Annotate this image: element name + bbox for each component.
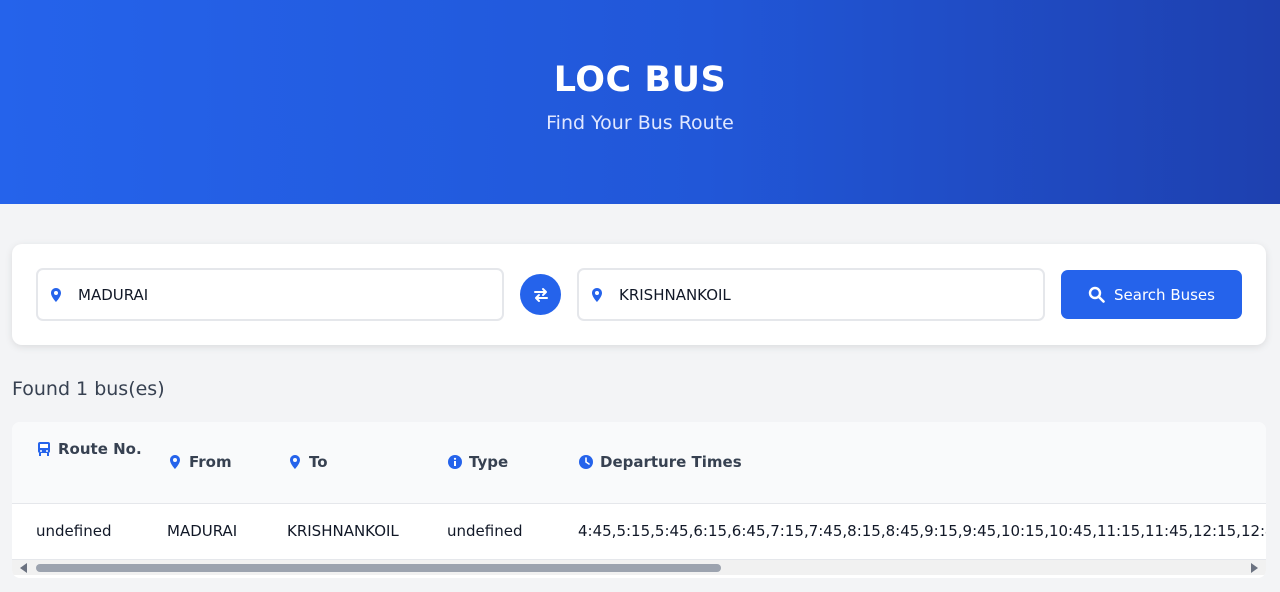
column-header-departure-times: Departure Times	[578, 450, 742, 474]
column-label: Departure Times	[600, 453, 742, 471]
result-count: Found 1 bus(es)	[12, 378, 165, 400]
column-label: From	[189, 453, 232, 471]
horizontal-scrollbar[interactable]	[12, 559, 1266, 575]
table-row[interactable]: undefined MADURAI KRISHNANKOIL undefined…	[12, 503, 1266, 559]
clock-icon	[579, 455, 593, 469]
search-buses-button[interactable]: Search Buses	[1061, 270, 1242, 319]
column-header-type: Type	[447, 450, 508, 474]
column-label: Type	[469, 453, 509, 471]
search-button-label: Search Buses	[1114, 285, 1215, 304]
table-header: Route No. From To Type Departure Times	[12, 422, 1266, 503]
cell-type: undefined	[447, 522, 523, 540]
scroll-left-arrow-icon[interactable]	[20, 563, 27, 573]
from-field[interactable]	[36, 268, 504, 321]
results-table: Route No. From To Type Departure Times u…	[12, 422, 1266, 578]
scroll-right-arrow-icon[interactable]	[1251, 563, 1258, 573]
info-icon	[448, 455, 462, 469]
app-subtitle: Find Your Bus Route	[546, 112, 734, 134]
cell-departure-times: 4:45,5:15,5:45,6:15,6:45,7:15,7:45,8:15,…	[578, 522, 1266, 540]
search-icon	[1088, 286, 1105, 303]
swap-arrows-icon	[533, 287, 548, 302]
cell-route-no: undefined	[36, 522, 112, 540]
to-input[interactable]	[619, 285, 999, 304]
map-pin-icon	[290, 455, 300, 469]
map-pin-icon	[51, 287, 61, 302]
cell-to: KRISHNANKOIL	[287, 522, 399, 540]
column-label: Route No.	[58, 440, 142, 458]
column-header-to: To	[287, 450, 328, 474]
map-pin-icon	[170, 455, 180, 469]
cell-from: MADURAI	[167, 522, 238, 540]
from-input[interactable]	[78, 285, 458, 304]
column-header-route-no: Route No.	[36, 437, 146, 461]
search-card: Search Buses	[12, 244, 1266, 345]
app-title: LOC BUS	[553, 60, 727, 100]
swap-button[interactable]	[520, 274, 561, 315]
column-header-from: From	[167, 450, 232, 474]
map-pin-icon	[592, 287, 602, 302]
bus-icon	[38, 442, 50, 456]
column-label: To	[309, 453, 328, 471]
to-field[interactable]	[577, 268, 1045, 321]
scrollbar-thumb[interactable]	[36, 564, 721, 572]
page-header: LOC BUS Find Your Bus Route	[0, 0, 1280, 204]
